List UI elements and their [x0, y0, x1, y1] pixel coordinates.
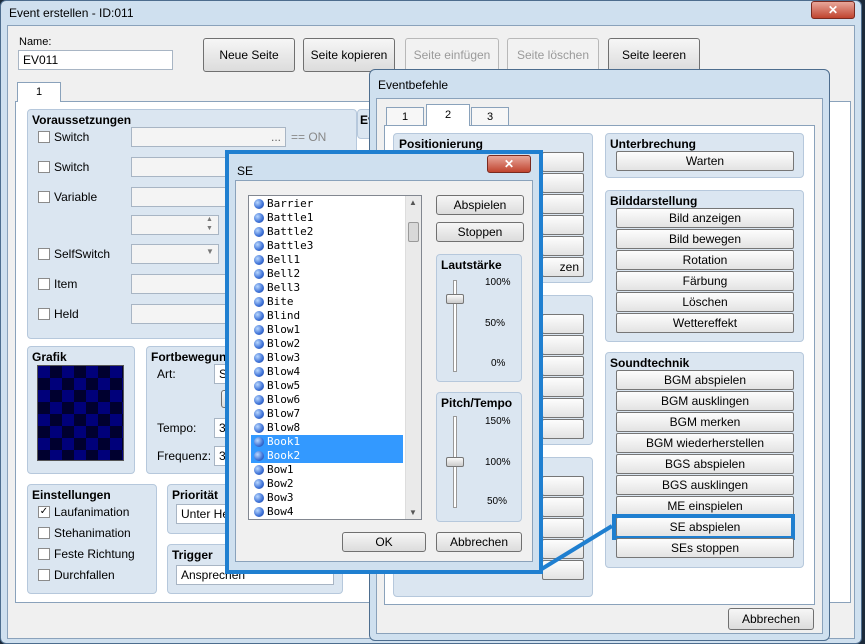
- sound-file-icon: [254, 213, 264, 223]
- sound-file-icon: [254, 325, 264, 335]
- sound-file-icon: [254, 493, 264, 503]
- scroll-down-icon[interactable]: ▼: [409, 508, 417, 517]
- se-list-item-label: Bow4: [267, 505, 294, 518]
- se-list-item[interactable]: Blow5: [251, 379, 403, 393]
- se-list-item[interactable]: Blow3: [251, 351, 403, 365]
- sound-file-icon: [254, 395, 264, 405]
- pitch-slider-thumb[interactable]: [446, 457, 464, 467]
- se-list-item-label: Battle2: [267, 225, 314, 238]
- sound-file-icon: [254, 367, 264, 377]
- sound-file-icon: [254, 381, 264, 391]
- se-list-item-label: Battle1: [267, 211, 314, 224]
- se-cancel-button[interactable]: Abbrechen: [436, 532, 522, 552]
- se-list-item[interactable]: Bow4: [251, 505, 403, 519]
- se-list-item-label: Book2: [267, 449, 301, 462]
- se-dialog: SE ✕ Barrier Battle1 Battle2 Battle3 Bell1 Be…: [229, 154, 539, 570]
- se-play-button[interactable]: Abspielen: [436, 195, 524, 215]
- sound-file-icon: [254, 227, 264, 237]
- se-list-item-label: Blow2: [267, 337, 301, 350]
- sound-file-icon: [254, 199, 264, 209]
- se-list-item[interactable]: Book1: [251, 435, 403, 449]
- pitch-heading: Pitch/Tempo: [441, 396, 513, 410]
- se-list-item-label: Bow3: [267, 491, 294, 504]
- se-list-item-label: Bell3: [267, 281, 301, 294]
- sound-file-icon: [254, 409, 264, 419]
- commands-tab-2[interactable]: 2: [426, 104, 470, 126]
- se-list-item[interactable]: Book2: [251, 449, 403, 463]
- se-list-item[interactable]: Bow2: [251, 477, 403, 491]
- commands-tab-2-label: 2: [444, 109, 452, 121]
- pitch-tick-100: 100%: [485, 457, 511, 468]
- sound-file-icon: [254, 353, 264, 363]
- sound-file-icon: [254, 283, 264, 293]
- se-list-item-label: Barrier: [267, 197, 314, 210]
- volume-slider-thumb[interactable]: [446, 294, 464, 304]
- se-list-item-label: Blow3: [267, 351, 301, 364]
- volume-heading: Lautstärke: [441, 258, 502, 272]
- se-list-item[interactable]: Blow1: [251, 323, 403, 337]
- se-list-item-label: Bow1: [267, 463, 294, 476]
- se-list-item[interactable]: Bell2: [251, 267, 403, 281]
- scroll-up-icon[interactable]: ▲: [409, 198, 417, 207]
- se-list-item[interactable]: Blind: [251, 309, 403, 323]
- se-list-item[interactable]: Barrier: [251, 197, 403, 211]
- pitch-tick-50: 50%: [487, 496, 508, 507]
- se-list-item[interactable]: Blow8: [251, 421, 403, 435]
- sound-file-icon: [254, 507, 264, 517]
- se-list-item[interactable]: Battle3: [251, 239, 403, 253]
- se-list-item-label: Blind: [267, 309, 301, 322]
- sound-file-icon: [254, 269, 264, 279]
- se-stop-button[interactable]: Stoppen: [436, 222, 524, 242]
- se-ok-button[interactable]: OK: [342, 532, 426, 552]
- se-close-button[interactable]: ✕: [487, 155, 531, 173]
- se-list-item-label: Bow2: [267, 477, 294, 490]
- sound-file-icon: [254, 423, 264, 433]
- se-list-item[interactable]: Blow7: [251, 407, 403, 421]
- volume-tick-100: 100%: [485, 277, 511, 288]
- se-list-item[interactable]: Bow1: [251, 463, 403, 477]
- scroll-thumb[interactable]: [408, 222, 419, 242]
- se-list-item-label: Blow1: [267, 323, 301, 336]
- se-list-items: Barrier Battle1 Battle2 Battle3 Bell1 Bell2 Be…: [249, 196, 407, 519]
- sound-file-icon: [254, 451, 264, 461]
- se-list-item[interactable]: Bell1: [251, 253, 403, 267]
- se-list-item[interactable]: Battle1: [251, 211, 403, 225]
- se-file-list[interactable]: Barrier Battle1 Battle2 Battle3 Bell1 Bell2 Be…: [248, 195, 422, 520]
- se-list-item[interactable]: Bite: [251, 295, 403, 309]
- volume-group: Lautstärke: [436, 254, 522, 382]
- se-list-item-label: Blow6: [267, 393, 301, 406]
- list-scrollbar[interactable]: ▲ ▼: [405, 196, 421, 519]
- volume-tick-0: 0%: [491, 358, 506, 369]
- sound-file-icon: [254, 339, 264, 349]
- se-list-item-label: Bell2: [267, 267, 301, 280]
- sound-file-icon: [254, 297, 264, 307]
- se-list-item[interactable]: Blow2: [251, 337, 403, 351]
- se-list-item-label: Blow4: [267, 365, 301, 378]
- se-list-item-label: Battle3: [267, 239, 314, 252]
- se-list-item-label: Blow8: [267, 421, 301, 434]
- sound-file-icon: [254, 241, 264, 251]
- pitch-tick-150: 150%: [485, 416, 511, 427]
- se-list-item-label: Blow5: [267, 379, 301, 392]
- se-list-item-label: Bell1: [267, 253, 301, 266]
- sound-file-icon: [254, 255, 264, 265]
- se-list-item-label: Blow7: [267, 407, 301, 420]
- se-list-item[interactable]: Blow6: [251, 393, 403, 407]
- sound-file-icon: [254, 479, 264, 489]
- se-list-item-label: Book1: [267, 435, 301, 448]
- se-list-item[interactable]: Battle2: [251, 225, 403, 239]
- sound-file-icon: [254, 311, 264, 321]
- sound-file-icon: [254, 437, 264, 447]
- volume-tick-50: 50%: [485, 318, 506, 329]
- page-tab-1[interactable]: 1: [17, 82, 61, 102]
- se-list-item-label: Bite: [267, 295, 294, 308]
- sound-file-icon: [254, 465, 264, 475]
- se-list-item[interactable]: Bell3: [251, 281, 403, 295]
- se-list-item[interactable]: Blow4: [251, 365, 403, 379]
- se-list-item[interactable]: Bow3: [251, 491, 403, 505]
